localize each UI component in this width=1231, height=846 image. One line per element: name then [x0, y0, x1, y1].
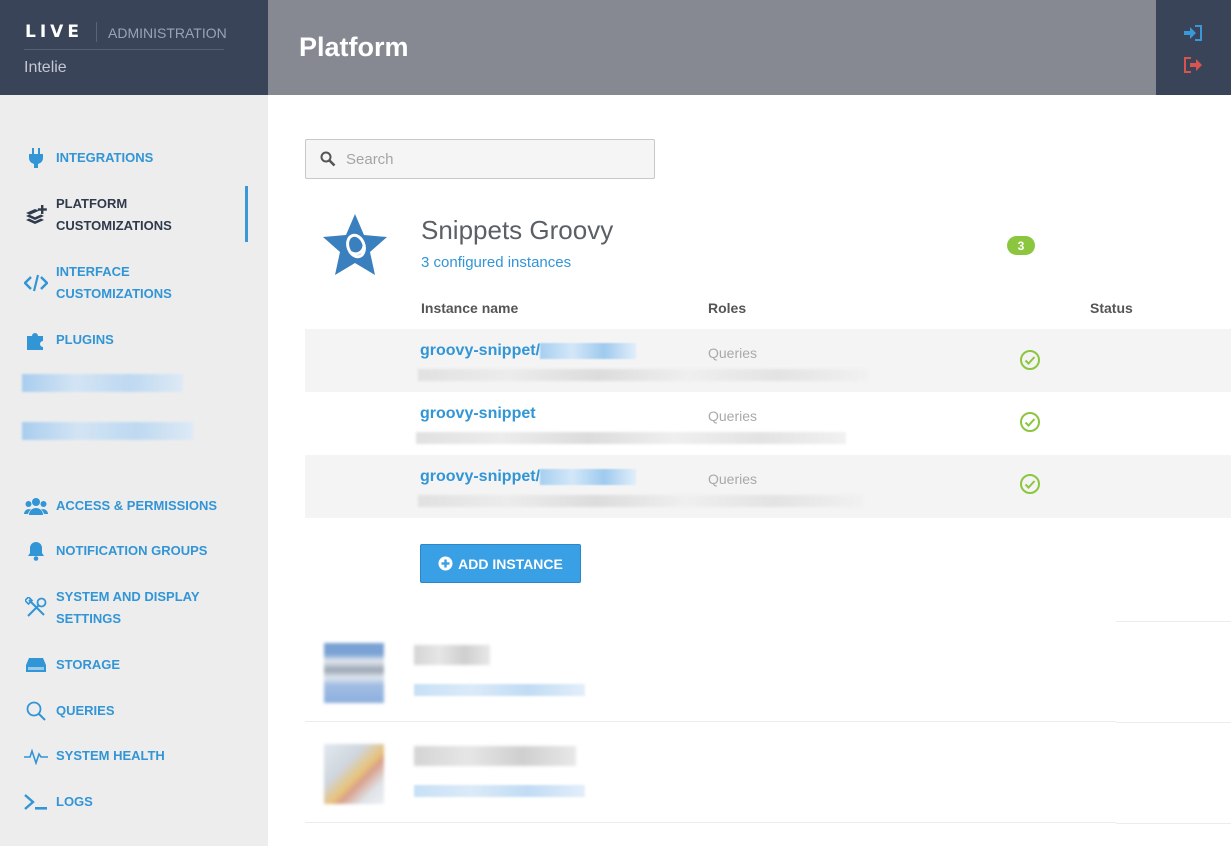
brand-divider — [24, 49, 224, 50]
sign-out-icon[interactable] — [1182, 56, 1204, 74]
sidebar-item-access-permissions[interactable]: ACCESS & PERMISSIONS — [24, 495, 217, 517]
plus-circle-icon — [438, 556, 453, 571]
sidebar-item-label: ACCESS & PERMISSIONS — [56, 498, 218, 513]
add-instance-button[interactable]: ADD INSTANCE — [420, 544, 581, 583]
instance-count-badge: 3 — [1007, 236, 1035, 255]
collapsed-integration-card[interactable] — [305, 722, 1116, 823]
page-header: Platform — [268, 0, 1156, 95]
instance-role: Queries — [708, 345, 758, 361]
instance-role: Queries — [708, 471, 758, 487]
redacted-title — [414, 645, 490, 665]
integration-title: Snippets Groovy — [421, 215, 614, 245]
sidebar-item-logs[interactable]: LOGS — [24, 791, 93, 813]
organization-name: Intelie — [24, 59, 67, 76]
redacted-text — [540, 342, 637, 359]
divider — [1116, 722, 1231, 723]
hdd-icon — [24, 654, 48, 676]
sidebar: LIVE ADMINISTRATION Intelie INTEGRATIONS… — [0, 0, 268, 846]
sidebar-item-system-health[interactable]: SYSTEM HEALTH — [24, 745, 165, 767]
brand-panel: LIVE ADMINISTRATION Intelie — [0, 0, 268, 95]
sidebar-item-label: INTEGRATIONS — [56, 150, 154, 165]
configured-instances-link[interactable]: 3 configured instances — [421, 254, 571, 271]
redacted-text — [540, 468, 637, 485]
redacted-sidebar-item — [22, 374, 183, 392]
sidebar-item-platform-customizations[interactable]: PLATFORM CUSTOMIZATIONS — [24, 193, 196, 237]
heartbeat-icon — [24, 745, 48, 767]
redacted-title — [414, 746, 576, 766]
column-header-instance-name: Instance name — [421, 300, 519, 316]
redacted-description — [416, 432, 846, 444]
instance-name-link[interactable]: groovy-snippet — [420, 405, 536, 423]
divider — [1116, 823, 1231, 824]
sidebar-item-label: SYSTEM AND DISPLAY SETTINGS — [56, 589, 200, 626]
live-logo: LIVE — [25, 22, 83, 42]
puzzle-icon — [24, 329, 48, 351]
redacted-subtitle — [414, 684, 585, 696]
table-row[interactable]: groovy-snippet/ Queries — [305, 455, 1231, 518]
sidebar-item-interface-customizations[interactable]: INTERFACE CUSTOMIZATIONS — [24, 261, 196, 305]
active-indicator — [245, 186, 248, 242]
layers-plus-icon — [24, 193, 48, 237]
redacted-sidebar-item — [22, 422, 193, 440]
divider — [1116, 621, 1231, 622]
sidebar-item-label: PLUGINS — [56, 332, 114, 347]
redacted-description — [418, 369, 868, 381]
brand-section-label: ADMINISTRATION — [108, 25, 227, 41]
redacted-subtitle — [414, 785, 585, 797]
check-circle-icon — [1019, 473, 1041, 495]
collapsed-integration-card[interactable] — [305, 621, 1116, 722]
plug-icon — [24, 147, 48, 169]
brand-separator — [96, 22, 97, 42]
instance-name-link[interactable]: groovy-snippet/ — [420, 468, 637, 486]
sidebar-item-queries[interactable]: QUERIES — [24, 700, 115, 722]
search-icon — [320, 151, 336, 167]
code-icon — [24, 261, 48, 305]
sign-in-icon[interactable] — [1182, 24, 1204, 42]
sidebar-item-label: QUERIES — [56, 703, 115, 718]
search-input[interactable] — [346, 150, 636, 168]
instance-name-link[interactable]: groovy-snippet/ — [420, 342, 637, 360]
redacted-logo — [324, 643, 384, 703]
sidebar-item-label: STORAGE — [56, 657, 121, 672]
redacted-description — [418, 495, 863, 507]
groovy-star-logo — [322, 212, 388, 278]
search-icon — [24, 700, 48, 722]
sidebar-item-storage[interactable]: STORAGE — [24, 654, 120, 676]
column-header-status: Status — [1090, 300, 1133, 316]
sidebar-item-label: INTERFACE CUSTOMIZATIONS — [56, 264, 172, 301]
instance-role: Queries — [708, 408, 758, 424]
sidebar-item-system-display-settings[interactable]: SYSTEM AND DISPLAY SETTINGS — [24, 586, 206, 630]
terminal-icon — [24, 791, 48, 813]
table-row[interactable]: groovy-snippet/ Queries — [305, 329, 1231, 392]
bell-icon — [24, 540, 48, 562]
page-title: Platform — [299, 32, 409, 62]
users-icon — [24, 495, 48, 517]
check-circle-icon — [1019, 411, 1041, 433]
sidebar-item-label: LOGS — [56, 794, 93, 809]
header-actions — [1156, 0, 1231, 95]
search-box[interactable] — [305, 139, 655, 179]
check-circle-icon — [1019, 349, 1041, 371]
tools-icon — [24, 586, 48, 630]
sidebar-item-label: SYSTEM HEALTH — [56, 748, 165, 763]
sidebar-item-label: NOTIFICATION GROUPS — [56, 543, 208, 558]
add-instance-label: ADD INSTANCE — [458, 555, 563, 572]
sidebar-item-label: PLATFORM CUSTOMIZATIONS — [56, 196, 172, 233]
table-row[interactable]: groovy-snippet Queries — [305, 392, 1231, 455]
sidebar-item-notification-groups[interactable]: NOTIFICATION GROUPS — [24, 540, 207, 562]
column-header-roles: Roles — [708, 300, 747, 316]
sidebar-item-integrations[interactable]: INTEGRATIONS — [24, 147, 153, 169]
redacted-logo — [324, 744, 384, 804]
sidebar-item-plugins[interactable]: PLUGINS — [24, 329, 114, 351]
